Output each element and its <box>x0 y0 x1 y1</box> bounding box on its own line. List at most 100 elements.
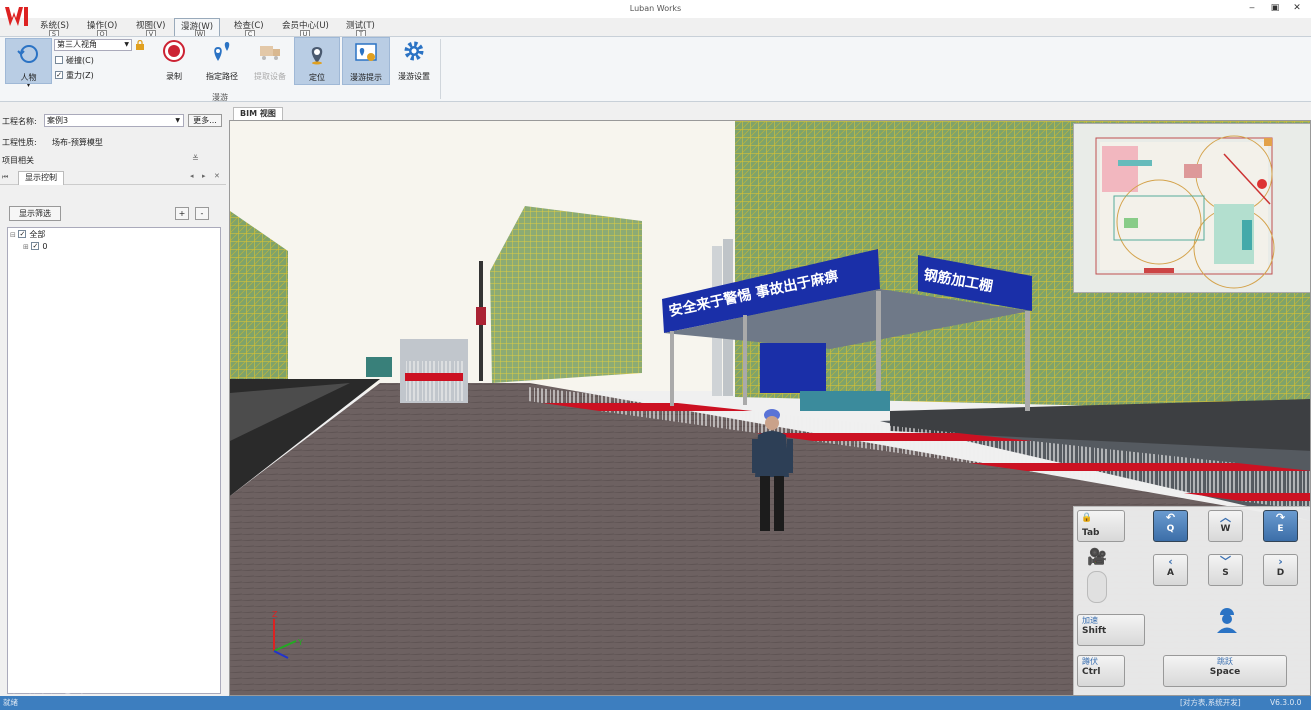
checkbox-checked-icon: ✓ <box>55 70 63 79</box>
project-name-value: 案例3 <box>47 116 69 125</box>
project-name-label: 工程名称: <box>2 117 37 126</box>
minimap[interactable] <box>1073 123 1310 293</box>
collapse-all-button[interactable]: - <box>195 207 209 220</box>
checkbox-checked-icon[interactable]: ✓ <box>31 241 40 250</box>
tab-close-icon[interactable]: ✕ <box>214 172 220 180</box>
project-related-header[interactable]: 项目相关 <box>2 155 34 166</box>
tab-bim-view[interactable]: BIM 视图 <box>233 107 283 120</box>
lock-icon[interactable] <box>135 40 145 50</box>
chevron-down-icon: ▾ <box>26 82 30 89</box>
tree-expand-icon[interactable]: ⊞ <box>23 243 29 251</box>
chevron-left-icon: ‹ <box>1168 555 1173 568</box>
w-key-label: W <box>1220 524 1231 534</box>
locate-label: 定位 <box>309 73 325 82</box>
gear-icon <box>404 41 424 61</box>
camera-icon[interactable]: 🎥 <box>1087 547 1107 566</box>
minimize-button[interactable]: ‒ <box>1245 3 1259 13</box>
w-key-button[interactable]: ︿ W <box>1208 510 1243 542</box>
roam-hint-label: 漫游提示 <box>350 73 382 82</box>
s-key-label: S <box>1222 568 1229 578</box>
view-tab-bar: BIM 视图 <box>229 103 1311 120</box>
roam-settings-label: 漫游设置 <box>398 72 430 81</box>
a-key-button[interactable]: ‹ A <box>1153 554 1188 586</box>
tree-collapse-icon[interactable]: ⊟ <box>10 231 16 239</box>
ctrl-key-caption: 蹲伏 <box>1082 657 1098 666</box>
character-button[interactable]: 人物 ▾ <box>5 38 52 89</box>
chevron-up-icon: ︿ <box>1220 511 1231 524</box>
expand-all-button[interactable]: + <box>175 207 189 220</box>
e-key-button[interactable]: ↷ E <box>1263 510 1298 542</box>
space-key-button[interactable]: 跳跃 Space <box>1163 655 1287 687</box>
watermark-text: 大数跨境 <box>12 672 96 696</box>
tree-item-all-label: 全部 <box>29 230 46 239</box>
roam-hint-button[interactable]: 漫游提示 <box>342 37 390 85</box>
d-key-label: D <box>1276 568 1285 578</box>
checkbox-checked-icon[interactable]: ✓ <box>18 229 27 238</box>
display-tree: ⊟ ✓ 全部 ⊞ ✓ 0 <box>7 227 221 694</box>
gravity-label: 重力(Z) <box>66 71 94 80</box>
s-key-button[interactable]: ﹀ S <box>1208 554 1243 586</box>
set-path-button[interactable]: 指定路径 <box>202 39 242 83</box>
shift-key-label: Shift <box>1082 626 1107 636</box>
title-bar: Luban Works ‒ ▣ ✕ <box>0 0 1311 26</box>
ctrl-key-label: Ctrl <box>1082 667 1101 677</box>
bim-3d-viewport[interactable]: 安全来于警惕 事故出于麻痹 钢筋加工棚 Z Y 🔒 Tab ↶ Q ︿ W ↷ … <box>229 120 1311 696</box>
roam-group-label: 漫游 <box>212 93 228 102</box>
person-icon <box>1217 608 1237 633</box>
tab-first-icon[interactable]: ⏮ <box>2 173 8 182</box>
panel-tab-strip: ⏮ 显示控制 ◂ ▸ ✕ <box>0 171 226 185</box>
status-text: 就绪 <box>3 698 18 707</box>
tree-item-all[interactable]: ⊟ ✓ 全部 <box>10 229 45 240</box>
site-plan-map <box>1074 124 1310 292</box>
more-button[interactable]: 更多... <box>188 114 222 127</box>
tree-item-0[interactable]: ⊞ ✓ 0 <box>23 241 48 251</box>
d-key-button[interactable]: › D <box>1263 554 1298 586</box>
path-pin-icon <box>214 42 230 61</box>
truck-icon <box>260 46 280 60</box>
ribbon: 人物 ▾ 第三人视角 ▼ 碰撞(C) ✓ 重力(Z) 录制 指定路径 提取设备 定位 <box>0 36 1311 102</box>
view-mode-select[interactable]: 第三人视角 ▼ <box>54 39 132 51</box>
project-type-value: 场布-预算模型 <box>52 138 103 147</box>
status-bar: 就绪 [对方表,系统开发] V6.3.0.0 <box>0 696 1311 710</box>
location-pin-icon <box>311 47 323 65</box>
close-button[interactable]: ✕ <box>1290 3 1304 13</box>
e-key-label: E <box>1277 524 1284 534</box>
q-key-label: Q <box>1166 524 1175 534</box>
keyboard-control-panel: 🔒 Tab ↶ Q ︿ W ↷ E 🎥 ‹ A ﹀ S › D 加速 Shift… <box>1073 506 1310 695</box>
app-title: Luban Works <box>629 4 682 13</box>
left-panel: 工程名称: 案例3 ▼ 更多... 工程性质: 场布-预算模型 项目相关 ≚ ⏮ … <box>0 103 228 696</box>
tab-next-icon[interactable]: ▸ <box>202 172 206 180</box>
ctrl-key-button[interactable]: 蹲伏 Ctrl <box>1077 655 1125 687</box>
project-name-select[interactable]: 案例3 ▼ <box>44 114 184 127</box>
dropdown-arrow-icon: ▼ <box>124 41 129 48</box>
space-key-label: Space <box>1209 667 1241 677</box>
roam-settings-button[interactable]: 漫游设置 <box>394 39 434 83</box>
record-icon <box>163 40 185 62</box>
shift-key-button[interactable]: 加速 Shift <box>1077 614 1145 646</box>
a-key-label: A <box>1167 568 1174 578</box>
axis-z-label: Z <box>272 610 278 619</box>
tab-display-control[interactable]: 显示控制 <box>18 171 64 185</box>
display-filter-button[interactable]: 显示筛选 <box>9 206 61 221</box>
locate-button[interactable]: 定位 <box>294 37 340 85</box>
version-text: V6.3.0.0 <box>1270 698 1302 707</box>
collapse-chevron-icon[interactable]: ≚ <box>192 154 199 163</box>
record-button[interactable]: 录制 <box>158 39 190 83</box>
axis-y-label: Y <box>297 638 303 647</box>
shift-key-caption: 加速 <box>1082 616 1098 625</box>
rotate-right-icon: ↷ <box>1275 511 1286 524</box>
dropdown-arrow-icon: ▼ <box>175 117 180 124</box>
collision-checkbox[interactable]: 碰撞(C) <box>55 55 94 66</box>
gravity-checkbox[interactable]: ✓ 重力(Z) <box>55 70 94 81</box>
rotate-left-icon: ↶ <box>1165 511 1176 524</box>
extract-device-button[interactable]: 提取设备 <box>250 39 290 83</box>
tab-prev-icon[interactable]: ◂ <box>190 172 194 180</box>
chevron-right-icon: › <box>1278 555 1283 568</box>
tab-key-label: Tab <box>1082 528 1100 538</box>
q-key-button[interactable]: ↶ Q <box>1153 510 1188 542</box>
project-type-label: 工程性质: <box>2 138 37 147</box>
space-key-caption: 跳跃 <box>1217 657 1233 666</box>
tab-key-button[interactable]: 🔒 Tab <box>1077 510 1125 542</box>
extract-device-label: 提取设备 <box>254 72 286 81</box>
restore-button[interactable]: ▣ <box>1268 3 1282 13</box>
